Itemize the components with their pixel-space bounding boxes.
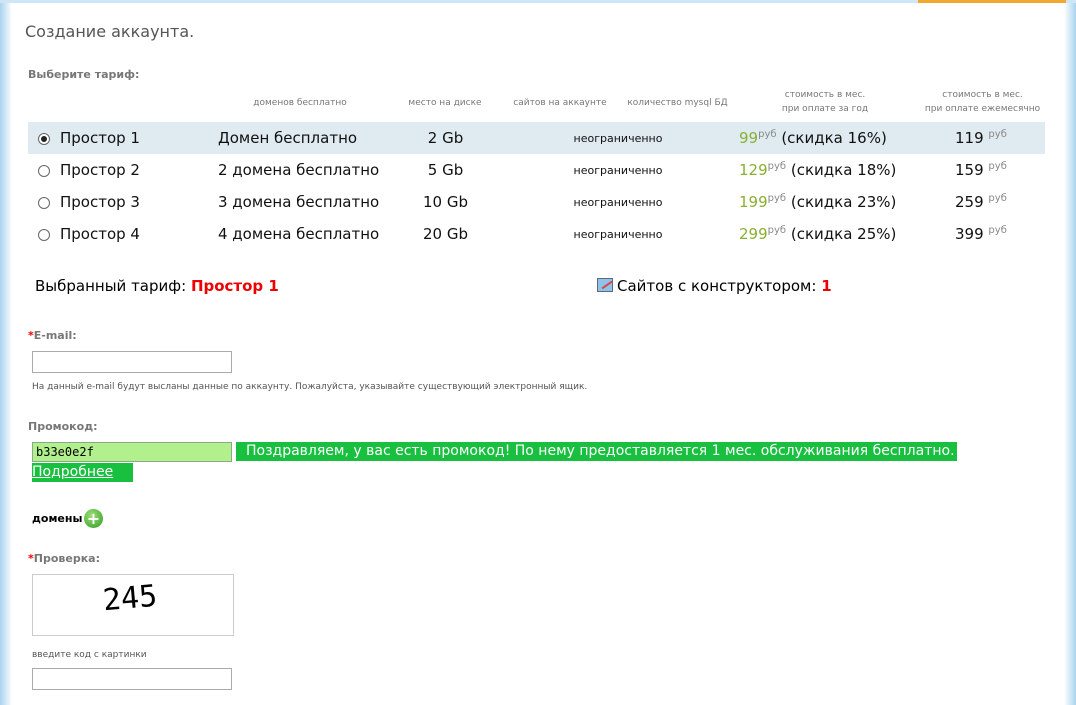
email-hint: На данный e-mail будут высланы данные по… — [32, 382, 588, 392]
plan-year-price: 199руб (скидка 23%) — [739, 193, 897, 211]
captcha-hint: введите код с картинки — [32, 650, 147, 660]
plan-domains: 2 домена бесплатно — [218, 161, 380, 179]
promo-label: Промокод: — [28, 420, 98, 433]
plan-row[interactable]: Простор 2 2 домена бесплатно 5 Gb неогра… — [28, 154, 1045, 186]
plan-domains: 3 домена бесплатно — [218, 193, 380, 211]
plan-disk: 2 Gb — [427, 129, 464, 147]
check-label: *Проверка: — [28, 552, 100, 565]
plan-radio[interactable] — [38, 229, 50, 241]
captcha-image: 245 — [32, 574, 234, 636]
plan-month-price: 399 руб — [955, 225, 1007, 243]
plan-domains: Домен бесплатно — [218, 129, 358, 147]
plan-radio[interactable] — [38, 197, 50, 209]
plan-year-price: 99руб (скидка 16%) — [739, 129, 887, 147]
plan-row[interactable]: Простор 3 3 домена бесплатно 10 Gb неогр… — [28, 186, 1045, 218]
col-disk: место на диске — [408, 98, 482, 108]
plan-row[interactable]: Простор 1 Домен бесплатно 2 Gb неогранич… — [28, 122, 1045, 154]
plan-radio[interactable] — [38, 165, 50, 177]
plan-year-price: 129руб (скидка 18%) — [739, 161, 897, 179]
col-sites: сайтов на аккаунте — [513, 98, 607, 108]
active-tab-indicator — [918, 0, 1066, 3]
top-nav-bar — [0, 0, 1076, 3]
plan-month-price: 159 руб — [955, 161, 1007, 179]
plan-name: Простор 3 — [60, 193, 140, 211]
promo-more-link[interactable]: Подробнее — [32, 463, 133, 482]
captcha-input[interactable] — [32, 668, 232, 690]
domains-label: домены — [32, 512, 83, 525]
col-month-price: стоимость в мес. при оплате ежемесячно — [924, 90, 1041, 114]
builder-sites: Сайтов с конструктором: 1 — [597, 277, 832, 295]
plan-radio[interactable] — [38, 133, 50, 145]
plan-disk: 5 Gb — [427, 161, 464, 179]
plan-sites: неограниченно — [573, 196, 663, 209]
plan-month-price: 119 руб — [955, 129, 1007, 147]
plan-domains: 4 домена бесплатно — [218, 225, 380, 243]
plan-row[interactable]: Простор 4 4 домена бесплатно 20 Gb неогр… — [28, 218, 1045, 250]
plan-disk: 20 Gb — [423, 225, 468, 243]
selected-plan: Выбранный тариф: Простор 1 — [35, 277, 279, 295]
plan-name: Простор 1 — [60, 129, 140, 147]
col-mysql: количество mysql БД — [627, 98, 728, 108]
plan-disk: 10 Gb — [423, 193, 468, 211]
plan-name: Простор 2 — [60, 161, 140, 179]
promo-input[interactable] — [32, 442, 232, 462]
plan-year-price: 299руб (скидка 25%) — [739, 225, 897, 243]
email-label: *E-mail: — [28, 329, 77, 342]
email-input[interactable] — [32, 351, 232, 373]
plan-sites: неограниченно — [573, 228, 663, 241]
plan-name: Простор 4 — [60, 225, 140, 243]
plan-sites: неограниченно — [573, 132, 663, 145]
col-domains: доменов бесплатно — [253, 98, 347, 108]
plan-month-price: 259 руб — [955, 193, 1007, 211]
col-year-price: стоимость в мес. при оплате за год — [781, 90, 869, 114]
add-domain-plus-icon[interactable]: + — [84, 509, 103, 528]
choose-plan-label: Выберите тариф: — [28, 68, 140, 81]
builder-icon — [597, 278, 613, 292]
page-title: Создание аккаунта. — [25, 22, 195, 41]
promo-message: Поздравляем, у вас есть промокод! По нем… — [236, 442, 957, 461]
plan-sites: неограниченно — [573, 164, 663, 177]
